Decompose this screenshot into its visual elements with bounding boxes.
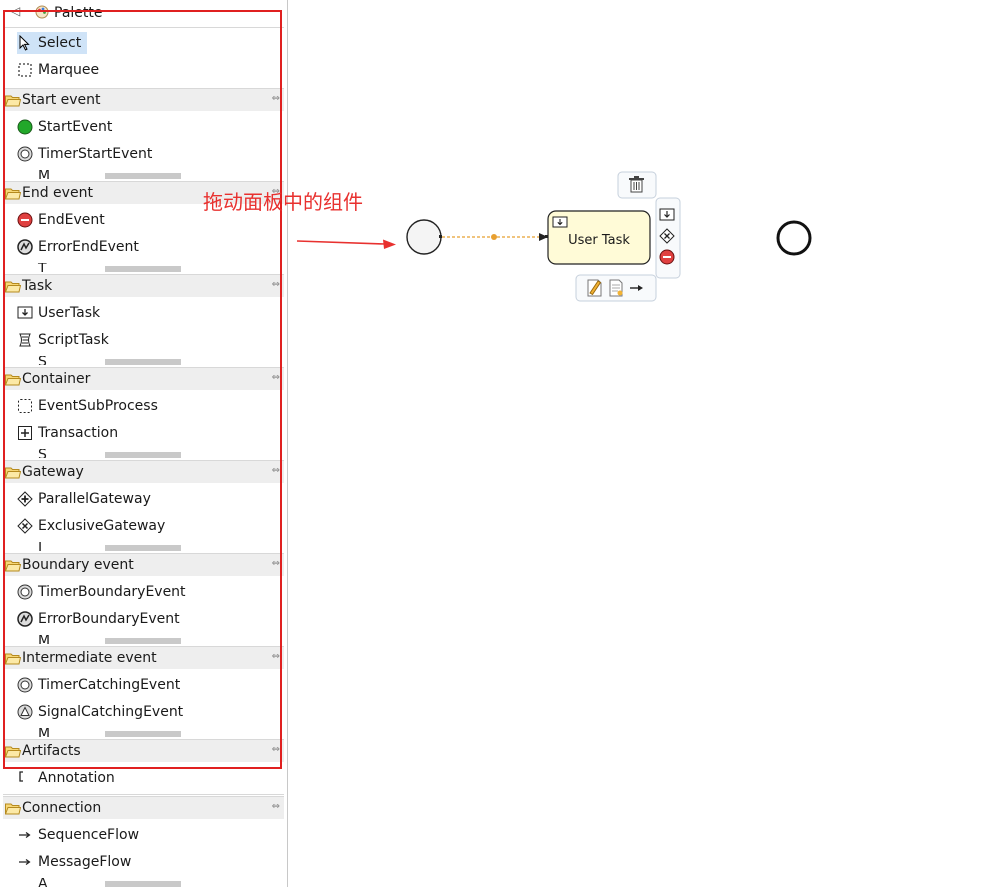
trash-icon[interactable] [629,176,644,193]
end-event-icon[interactable] [659,249,675,265]
user-task-label: User Task [568,233,630,248]
diagram-canvas [406,171,812,302]
flow-midpoint-handle[interactable] [491,234,497,240]
properties-icon[interactable] [609,279,623,297]
end-event-shape[interactable] [776,220,812,256]
edit-icon[interactable] [587,279,602,297]
user-task-marker-icon [552,216,568,228]
connection-handle[interactable] [439,235,442,238]
user-task-icon[interactable] [659,208,675,221]
start-event-shape[interactable] [406,219,442,255]
